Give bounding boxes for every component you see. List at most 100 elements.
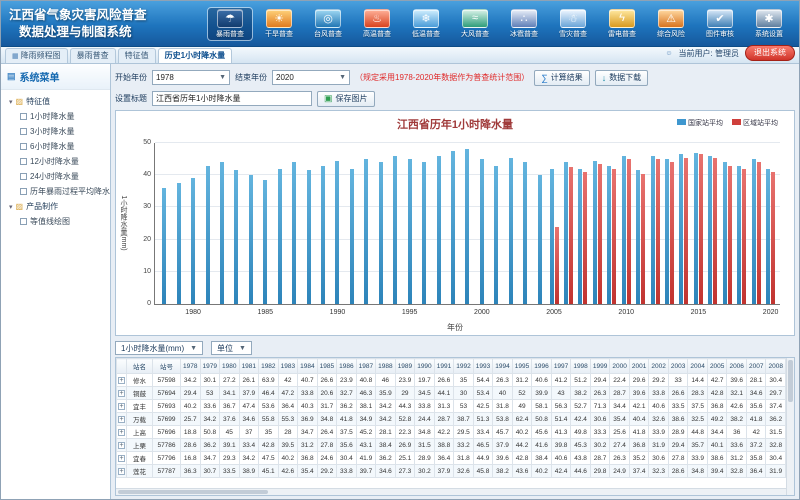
toolbar-item-heat[interactable]: ♨高温普查 — [355, 8, 399, 40]
national-bar — [593, 161, 597, 304]
toolbar-item-typhoon[interactable]: ◎台风普查 — [306, 8, 350, 40]
checkbox-icon[interactable] — [20, 128, 27, 135]
tab-2[interactable]: 特征值 — [118, 48, 156, 63]
tree-item[interactable]: 6小时降水量 — [3, 139, 108, 154]
row-expander-cell[interactable]: + — [117, 387, 127, 400]
table-row[interactable]: +修水5759834.230.127.226.163.94240.726.623… — [117, 374, 786, 387]
value-cell: 36.3 — [181, 465, 201, 478]
row-expander-cell[interactable]: + — [117, 400, 127, 413]
expand-icon[interactable]: + — [118, 377, 125, 384]
table-row[interactable]: +万载5769925.734.237.634.655.855.336.934.8… — [117, 413, 786, 426]
value-cell: 41.9 — [356, 452, 376, 465]
horizontal-scrollbar-thumb[interactable] — [118, 490, 268, 494]
tree-item[interactable]: 3小时降水量 — [3, 124, 108, 139]
toolbar-item-risk[interactable]: ⚠综合风险 — [649, 8, 693, 40]
value-cell: 36.8 — [629, 439, 649, 452]
toolbar-item-drought[interactable]: ☀干旱普查 — [257, 8, 301, 40]
expand-icon[interactable]: + — [118, 416, 125, 423]
row-expander-cell[interactable]: + — [117, 439, 127, 452]
tree-item[interactable]: 24小时降水量 — [3, 169, 108, 184]
col-year: 1978 — [181, 359, 201, 374]
toolbar-item-rainstorm[interactable]: ☂暴雨普查 — [208, 8, 252, 40]
tab-label: 暴雨普查 — [77, 50, 109, 61]
toolbar-item-review[interactable]: ✔图件审核 — [698, 8, 742, 40]
tree-item[interactable]: 等值线绘图 — [3, 214, 108, 229]
row-expander-cell[interactable]: + — [117, 413, 127, 426]
vertical-scrollbar[interactable] — [786, 358, 794, 495]
logout-button[interactable]: 退出系统 — [745, 45, 795, 61]
value-cell: 41.2 — [551, 374, 571, 387]
table-row[interactable]: +上栗5778628.636.239.133.442.839.531.227.8… — [117, 439, 786, 452]
tree-folder-1[interactable]: ▾▨产品制作 — [3, 199, 108, 214]
horizontal-scrollbar[interactable] — [116, 488, 786, 495]
bar-group — [273, 143, 287, 304]
tree-item[interactable]: 历年暴雨过程平均降水量 — [3, 184, 108, 199]
expand-icon[interactable]: + — [118, 403, 125, 410]
value-cell: 33.4 — [473, 426, 493, 439]
table-row[interactable]: +莲花5778736.330.733.538.945.142.635.429.2… — [117, 465, 786, 478]
download-button[interactable]: ↓ 数据下载 — [595, 70, 649, 86]
checkbox-icon[interactable] — [20, 188, 27, 195]
tab-0[interactable]: ▦降雨频程图 — [5, 48, 68, 63]
tab-3[interactable]: 历史1小时降水量 — [158, 48, 232, 63]
unit-select[interactable]: 单位 ▼ — [211, 341, 252, 355]
table-row[interactable]: +宜丰5769340.233.636.747.453.636.440.331.7… — [117, 400, 786, 413]
bar-group — [648, 143, 662, 304]
value-cell: 29.4 — [590, 374, 610, 387]
checkbox-icon[interactable] — [20, 143, 27, 150]
value-cell: 33.6 — [200, 400, 220, 413]
toolbar-item-snow[interactable]: ☃雪灾普查 — [551, 8, 595, 40]
col-year: 1998 — [571, 359, 591, 374]
expand-icon[interactable]: + — [118, 429, 125, 436]
national-bar — [550, 169, 554, 304]
value-cell: 62.4 — [512, 413, 532, 426]
national-bar — [249, 175, 253, 304]
end-year-select[interactable]: 2020 ▼ — [272, 70, 350, 85]
row-expander-cell[interactable]: + — [117, 426, 127, 439]
checkbox-icon[interactable] — [20, 218, 27, 225]
start-year-select[interactable]: 1978 ▼ — [152, 70, 230, 85]
value-cell: 28.7 — [590, 452, 610, 465]
table-row[interactable]: +铜鼓5769429.45334.137.946.447.233.820.632… — [117, 387, 786, 400]
value-cell: 52.8 — [395, 413, 415, 426]
col-year: 2006 — [727, 359, 747, 374]
toolbar-item-cold[interactable]: ❄低温普查 — [404, 8, 448, 40]
value-type-select[interactable]: 1小时降水量(mm) ▼ — [115, 341, 203, 355]
checkbox-icon[interactable] — [20, 158, 27, 165]
regional-bar — [670, 162, 674, 304]
row-expander-cell[interactable]: + — [117, 374, 127, 387]
toolbar-item-wind[interactable]: ≈大风普查 — [453, 8, 497, 40]
table-row[interactable]: +上高5769618.850.84537352834.726.437.545.2… — [117, 426, 786, 439]
calculate-button[interactable]: ∑ 计算结果 — [534, 70, 589, 86]
value-cell: 44.2 — [512, 439, 532, 452]
checkbox-icon[interactable] — [20, 173, 27, 180]
save-image-button[interactable]: ▣ 保存图片 — [317, 91, 375, 107]
tree-item[interactable]: 1小时降水量 — [3, 109, 108, 124]
vertical-scrollbar-thumb[interactable] — [788, 360, 793, 402]
toolbar-item-lightning[interactable]: ϟ雷电普查 — [600, 8, 644, 40]
col-year: 2002 — [649, 359, 669, 374]
value-cell: 53 — [454, 400, 474, 413]
tab-1[interactable]: 暴雨普查 — [70, 48, 116, 63]
tabs-container: ▦降雨频程图暴雨普查特征值历史1小时降水量 — [5, 48, 232, 63]
toolbar-item-settings[interactable]: ✱系统设置 — [747, 8, 791, 40]
checkbox-icon[interactable] — [20, 113, 27, 120]
col-year: 1993 — [473, 359, 493, 374]
lightning-icon: ϟ — [609, 9, 635, 28]
toolbar-item-label: 系统设置 — [755, 29, 783, 39]
expand-icon[interactable]: + — [118, 455, 125, 462]
expand-icon[interactable]: + — [118, 390, 125, 397]
expand-icon[interactable]: + — [118, 442, 125, 449]
tree-item[interactable]: 12小时降水量 — [3, 154, 108, 169]
national-bar — [292, 162, 296, 304]
table-row[interactable]: +宜春5779616.834.729.334.247.540.236.824.6… — [117, 452, 786, 465]
y-tick-label: 30 — [138, 203, 151, 210]
row-expander-cell[interactable]: + — [117, 465, 127, 478]
chart-title-input[interactable] — [152, 91, 312, 106]
bar-group — [706, 143, 720, 304]
expand-icon[interactable]: + — [118, 468, 125, 475]
row-expander-cell[interactable]: + — [117, 452, 127, 465]
tree-item-label: 等值线绘图 — [30, 216, 70, 227]
toolbar-item-hail[interactable]: ∴冰雹普查 — [502, 8, 546, 40]
tree-folder-0[interactable]: ▾▨特征值 — [3, 94, 108, 109]
